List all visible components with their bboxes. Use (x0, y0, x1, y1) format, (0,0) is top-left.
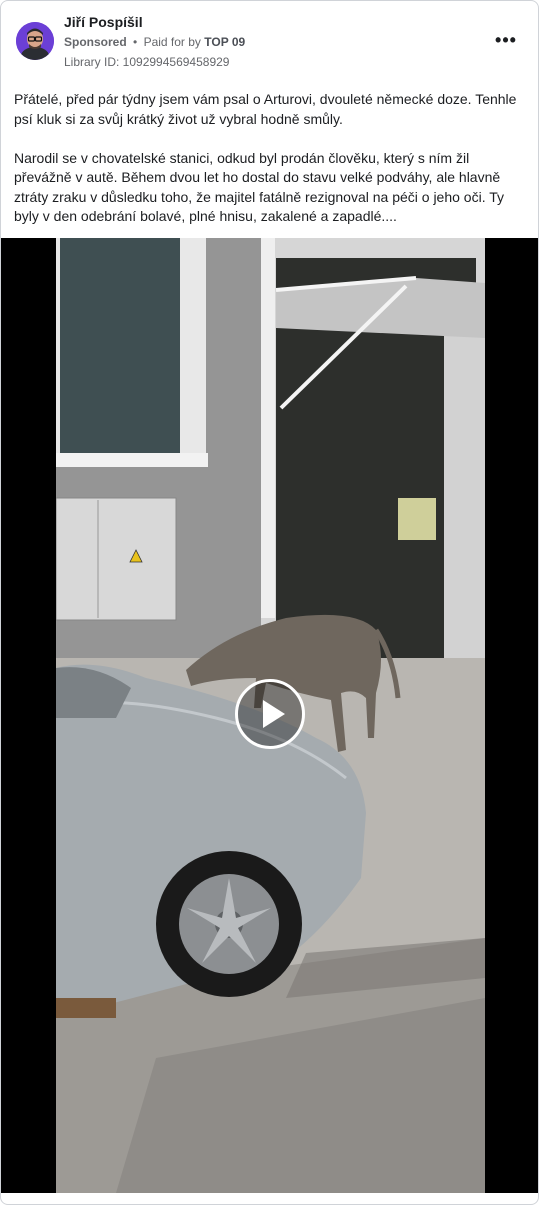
video-player[interactable] (1, 238, 538, 1193)
play-icon (263, 700, 285, 728)
post-header: Jiří Pospíšil Sponsored • Paid for by TO… (1, 1, 538, 77)
paid-for-label: Paid for by (143, 35, 201, 49)
author-avatar[interactable] (16, 22, 54, 60)
post-paragraph-2: Narodil se v chovatelské stanici, odkud … (14, 149, 505, 225)
more-options-button[interactable]: ••• (491, 29, 521, 53)
play-button[interactable] (235, 679, 305, 749)
library-id: Library ID: 1092994569458929 (64, 55, 230, 69)
separator-dot: • (133, 35, 138, 49)
sponsored-label: Sponsored (64, 35, 127, 49)
post-paragraph-1: Přátelé, před pár týdny jsem vám psal o … (14, 91, 517, 127)
post-body: Přátelé, před pár týdny jsem vám psal o … (14, 90, 530, 227)
more-horizontal-icon: ••• (495, 30, 517, 50)
sponsored-line: Sponsored • Paid for by TOP 09 (64, 35, 245, 49)
ad-post-card: Jiří Pospíšil Sponsored • Paid for by TO… (0, 0, 539, 1205)
person-avatar-icon (16, 22, 54, 60)
payer-name[interactable]: TOP 09 (204, 35, 245, 49)
author-name[interactable]: Jiří Pospíšil (64, 14, 143, 30)
